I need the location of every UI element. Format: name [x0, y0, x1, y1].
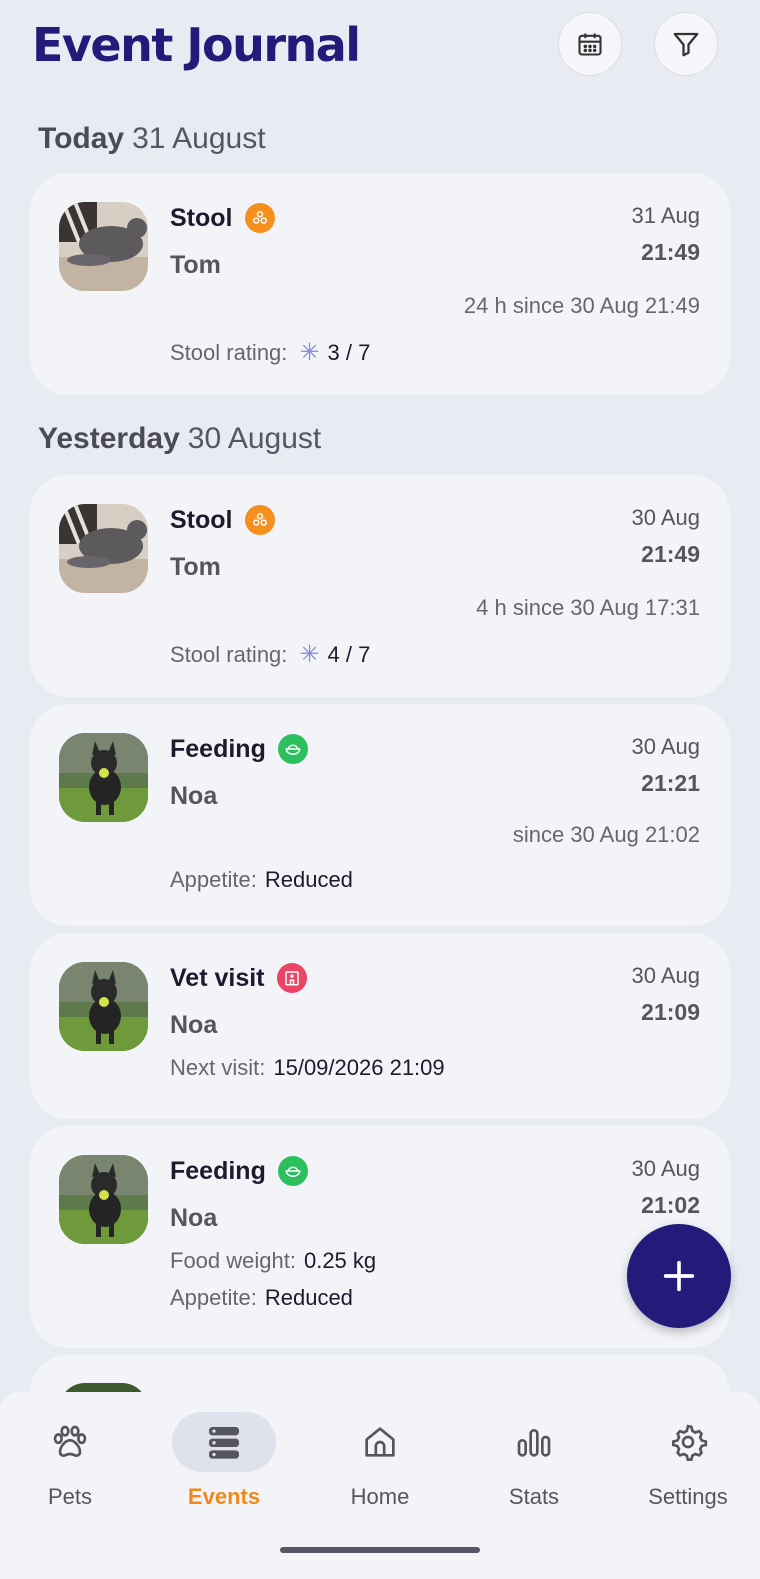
- next-visit: Next visit: 15/09/2026 21:09: [170, 1055, 445, 1080]
- event-type: Vet visit: [170, 963, 307, 993]
- pet-avatar-noa: [59, 733, 148, 822]
- rating-star-icon: ✳: [299, 641, 320, 668]
- event-date: 31 Aug: [631, 203, 700, 228]
- events-stack-icon: [172, 1412, 276, 1472]
- gear-icon: [636, 1412, 740, 1472]
- stool-icon: [244, 203, 275, 233]
- event-time: 21:49: [641, 541, 700, 567]
- section-header-yesterday: Yesterday 30 August: [38, 422, 321, 456]
- bowl-icon: [277, 1156, 308, 1186]
- page-title: Event Journal: [32, 18, 361, 72]
- nav-label: Stats: [508, 1484, 560, 1509]
- pet-name: Noa: [170, 782, 218, 810]
- pet-name: Noa: [170, 1204, 218, 1232]
- appetite: Appetite: Reduced: [170, 1285, 353, 1310]
- food-weight: Food weight: 0.25 kg: [170, 1248, 377, 1273]
- event-time: 21:21: [641, 770, 700, 796]
- nav-label: Home: [350, 1484, 410, 1509]
- pet-avatar-noa: [59, 962, 148, 1051]
- event-card[interactable]: Stool Tom 31 Aug 21:49 24 h since 30 Aug…: [30, 173, 730, 395]
- event-type: Feeding: [170, 734, 308, 764]
- nav-events[interactable]: Events: [154, 1412, 294, 1512]
- time-since: since 30 Aug 21:02: [512, 822, 700, 847]
- nav-pets[interactable]: Pets: [0, 1412, 140, 1512]
- event-card[interactable]: Vet visit Noa 30 Aug 21:09 Next visit: 15…: [30, 933, 730, 1119]
- event-date: 30 Aug: [631, 963, 700, 988]
- section-date: 30 August: [187, 422, 322, 455]
- filter-button[interactable]: [654, 12, 718, 76]
- section-header-today: Today 31 August: [38, 122, 266, 156]
- nav-label: Events: [187, 1484, 261, 1509]
- add-event-button[interactable]: [627, 1224, 731, 1328]
- section-date: 31 August: [132, 122, 266, 155]
- event-date: 30 Aug: [631, 734, 700, 759]
- calendar-button[interactable]: [558, 12, 622, 76]
- nav-label: Pets: [47, 1484, 93, 1509]
- top-app-bar: Event Journal: [0, 0, 760, 100]
- event-type: Stool: [170, 203, 275, 233]
- event-type: Feeding: [170, 1156, 308, 1186]
- stool-rating: Stool rating: ✳ 3 / 7: [170, 339, 371, 366]
- event-time: 21:49: [641, 239, 700, 265]
- stats-icon: [482, 1412, 586, 1472]
- paw-icon: [18, 1412, 122, 1472]
- event-card[interactable]: Feeding Noa 30 Aug 21:02 Food weight: 0.2…: [30, 1126, 730, 1348]
- pet-name: Noa: [170, 1011, 218, 1039]
- event-time: 21:02: [641, 1192, 700, 1218]
- plus-icon: [663, 1260, 695, 1292]
- calendar-icon: [578, 33, 602, 56]
- nav-settings[interactable]: Settings: [618, 1412, 758, 1512]
- home-indicator[interactable]: [280, 1547, 480, 1553]
- section-label: Yesterday: [38, 422, 180, 455]
- time-since: 4 h since 30 Aug 17:31: [476, 595, 700, 620]
- hospital-icon: [276, 963, 307, 993]
- bowl-icon: [277, 734, 308, 764]
- event-card[interactable]: Feeding Noa 30 Aug 21:21 since 30 Aug 21…: [30, 704, 730, 926]
- event-date: 30 Aug: [631, 1156, 700, 1181]
- section-label: Today: [38, 122, 125, 155]
- event-date: 30 Aug: [631, 505, 700, 530]
- nav-label: Settings: [648, 1484, 728, 1509]
- home-icon: [328, 1412, 432, 1472]
- stool-icon: [244, 505, 275, 535]
- pet-name: Tom: [170, 553, 221, 581]
- event-card[interactable]: Stool Tom 30 Aug 21:49 4 h since 30 Aug …: [30, 475, 730, 697]
- nav-stats[interactable]: Stats: [464, 1412, 604, 1512]
- stool-rating: Stool rating: ✳ 4 / 7: [170, 641, 371, 668]
- pet-avatar-tom: [59, 504, 148, 593]
- event-time: 21:09: [641, 999, 700, 1025]
- event-type: Stool: [170, 505, 275, 535]
- nav-home[interactable]: Home: [310, 1412, 450, 1512]
- pet-avatar-noa: [59, 1155, 148, 1244]
- filter-icon: [673, 32, 699, 57]
- time-since: 24 h since 30 Aug 21:49: [463, 293, 700, 318]
- pet-avatar-tom: [59, 202, 148, 291]
- appetite: Appetite: Reduced: [170, 867, 353, 892]
- pet-name: Tom: [170, 251, 221, 279]
- rating-star-icon: ✳: [299, 339, 320, 366]
